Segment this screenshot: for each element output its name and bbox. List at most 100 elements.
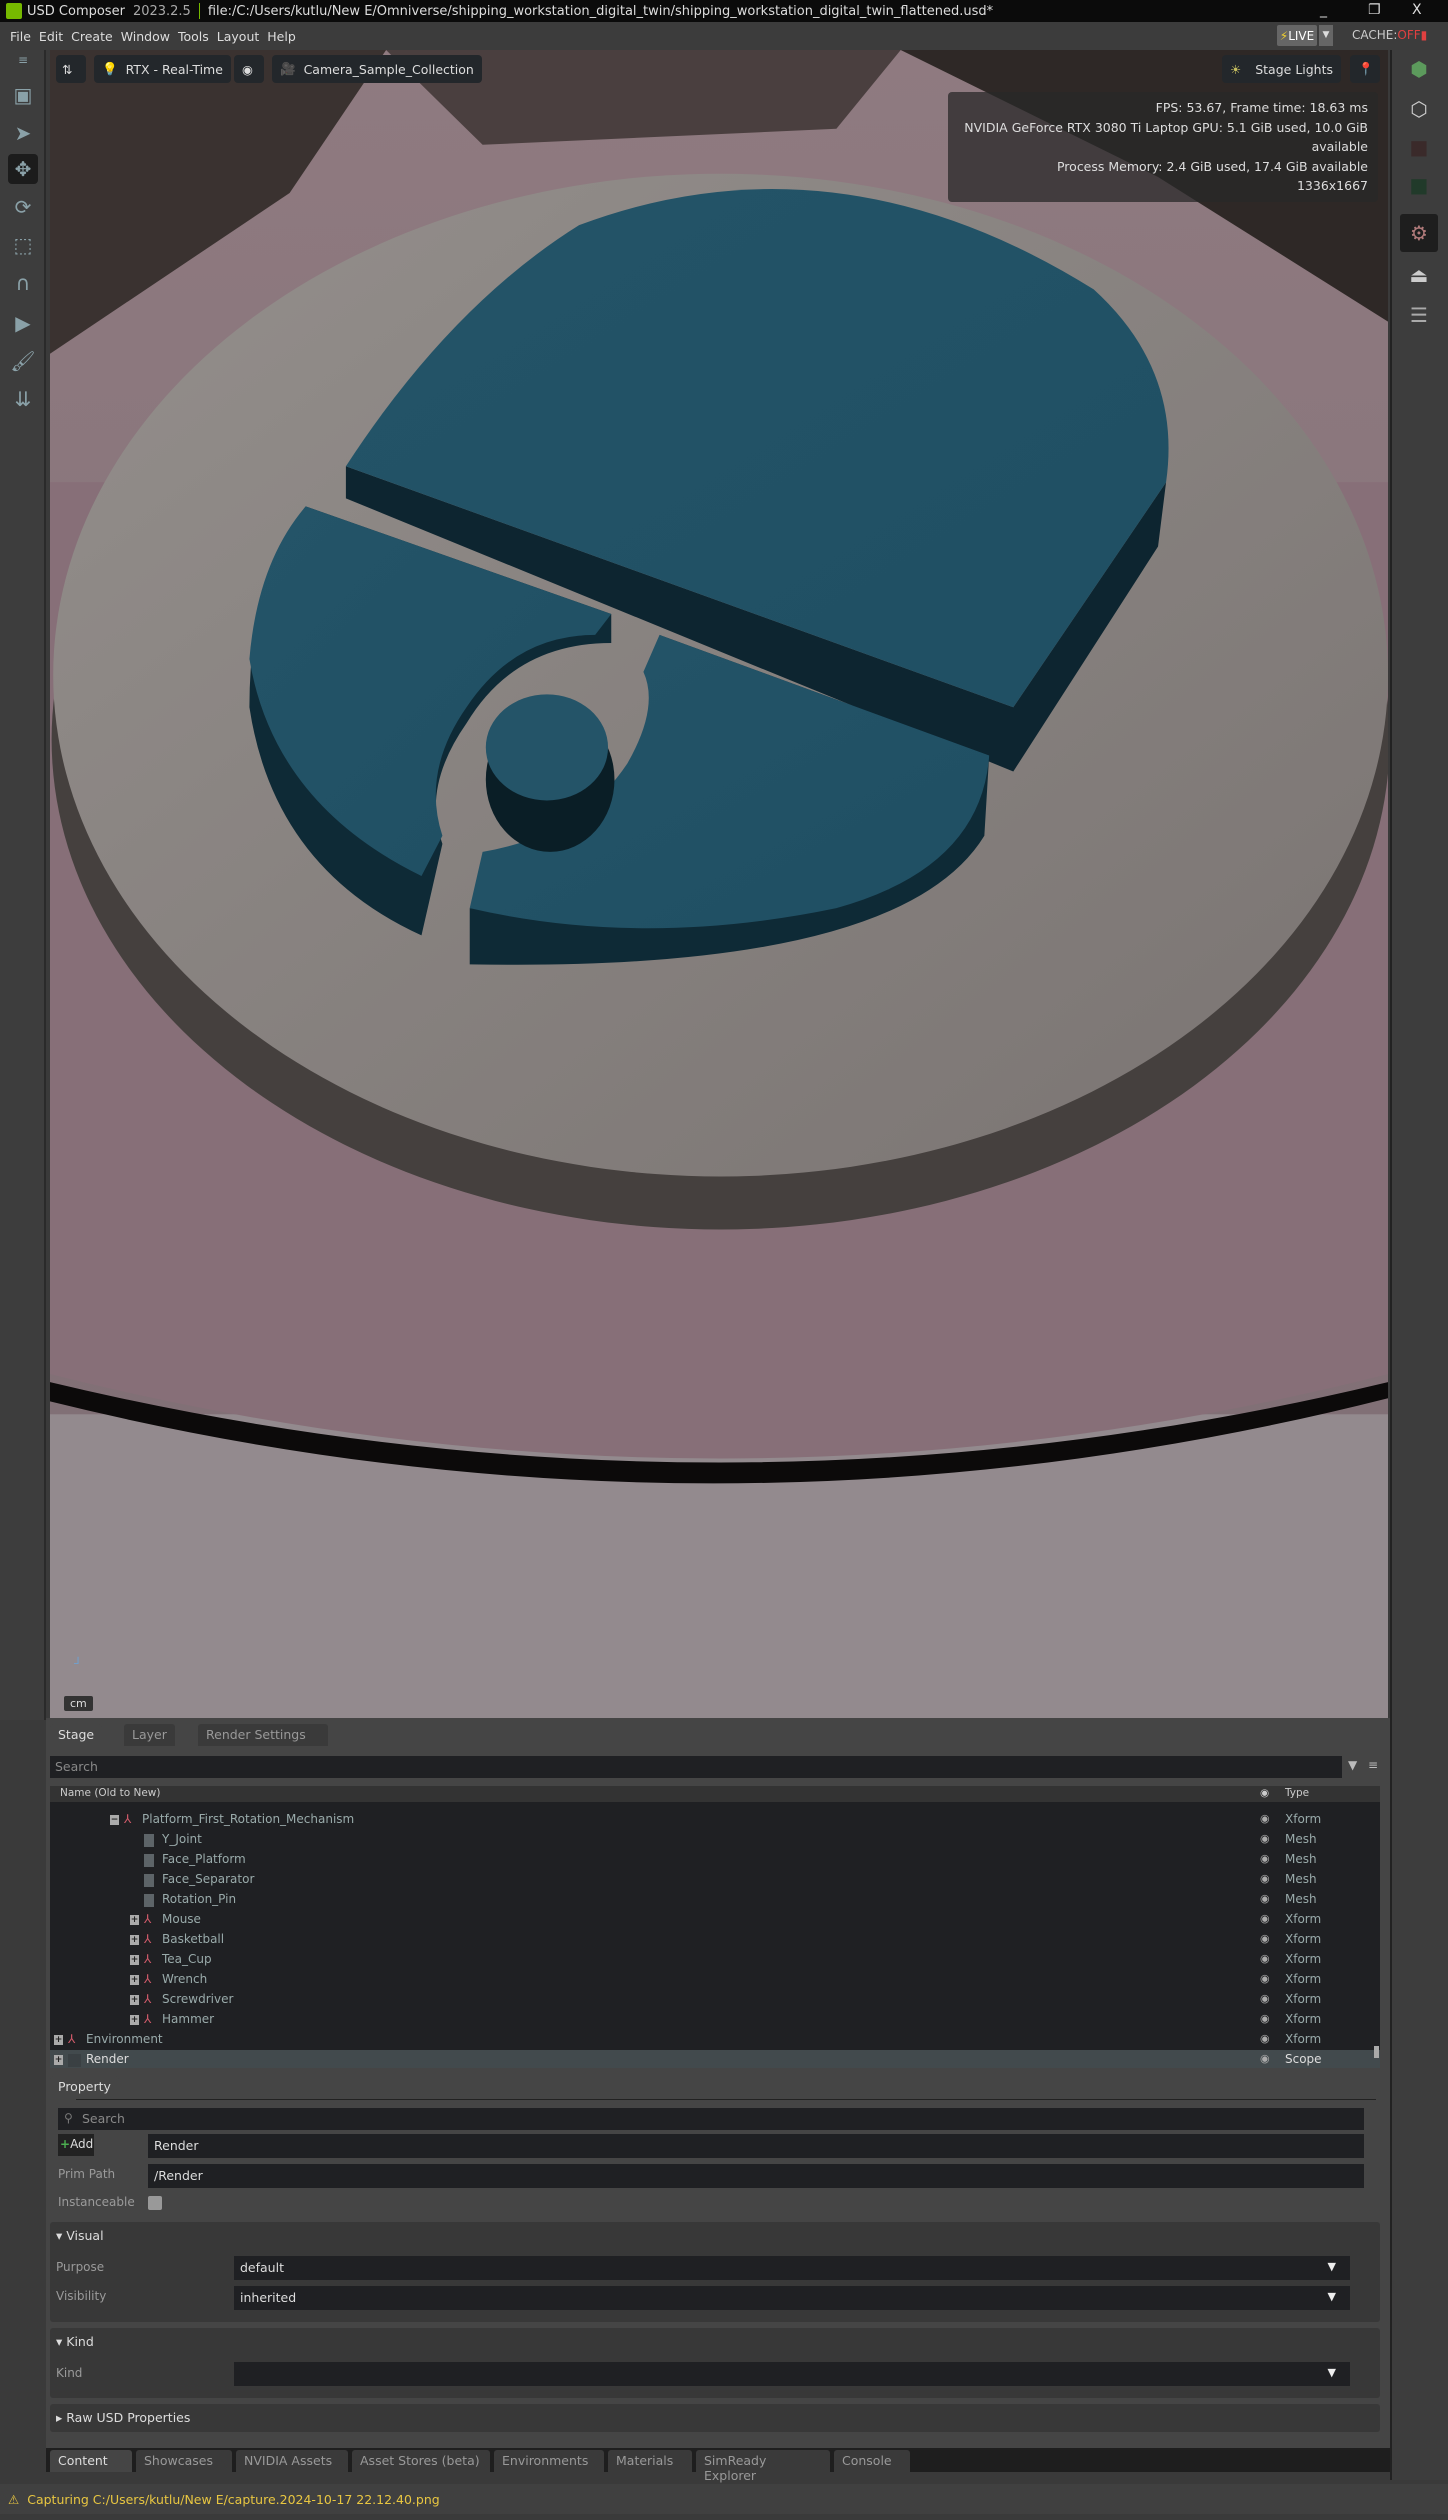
visibility-eye-icon[interactable]: ◉ xyxy=(1260,1912,1270,1925)
prim-path-field[interactable]: /Render xyxy=(148,2164,1364,2188)
purpose-dropdown[interactable]: default ▼ xyxy=(234,2256,1350,2280)
visibility-eye-icon[interactable]: ◉ xyxy=(1260,1992,1270,2005)
filter-icon[interactable]: ▼ xyxy=(1348,1758,1357,1772)
expand-toggle-icon[interactable]: + xyxy=(130,2015,139,2025)
tab-render-settings[interactable]: Render Settings xyxy=(198,1724,328,1746)
cube-icon[interactable]: ■ xyxy=(1404,132,1434,162)
bottom-tab-materials[interactable]: Materials xyxy=(608,2450,692,2472)
paint-brush-icon[interactable]: 🖌 xyxy=(8,346,38,376)
property-search-input[interactable]: Search xyxy=(58,2108,1364,2130)
visibility-eye-icon[interactable]: ◉ xyxy=(1260,2012,1270,2025)
menu-layout[interactable]: Layout xyxy=(217,29,260,44)
play-icon[interactable]: ▶ xyxy=(8,308,38,338)
tab-layer[interactable]: Layer xyxy=(124,1724,175,1746)
menu-window[interactable]: Window xyxy=(121,29,170,44)
maximize-button[interactable]: ❐ xyxy=(1368,2,1381,18)
bottom-tab-asset-stores-beta[interactable]: Asset Stores (beta) xyxy=(352,2450,490,2472)
weight-icon[interactable]: ⏏ xyxy=(1404,260,1434,290)
expand-toggle-icon[interactable]: + xyxy=(130,1975,139,1985)
column-name[interactable]: Name (Old to New) xyxy=(60,1787,160,1799)
visibility-eye-icon[interactable]: ◉ xyxy=(1260,1812,1270,1825)
visibility-eye-icon[interactable]: ◉ xyxy=(1260,1952,1270,1965)
scrollbar[interactable] xyxy=(1374,2046,1379,2058)
expand-toggle-icon[interactable]: − xyxy=(110,1815,119,1825)
expand-toggle-icon[interactable]: + xyxy=(54,2035,63,2045)
visibility-eye-icon[interactable]: ◉ xyxy=(1260,2052,1270,2065)
stage-lights-button[interactable]: ☀ Stage Lights xyxy=(1222,55,1342,83)
tree-row[interactable]: + ⅄ Basketball ◉ Xform xyxy=(50,1930,1380,1950)
live-button[interactable]: ⚡ LIVE xyxy=(1277,25,1317,46)
visibility-dropdown[interactable]: inherited ▼ xyxy=(234,2286,1350,2310)
select-mode-icon[interactable]: ▣ xyxy=(8,80,38,110)
visibility-eye-icon[interactable]: ◉ xyxy=(1260,1852,1270,1865)
visibility-eye-icon[interactable]: ◉ xyxy=(1260,1872,1270,1885)
tree-row[interactable]: + Render ◉ Scope xyxy=(50,2050,1380,2068)
renderer-button[interactable]: 💡 RTX - Real-Time xyxy=(94,55,231,83)
cache-status[interactable]: CACHE:OFF▮ xyxy=(1352,28,1427,42)
visibility-eye-icon[interactable]: ◉ xyxy=(1260,1932,1270,1945)
tree-row[interactable]: Face_Separator ◉ Mesh xyxy=(50,1870,1380,1890)
bottom-tab-content[interactable]: Content xyxy=(50,2450,132,2472)
tree-row[interactable]: + ⅄ Wrench ◉ Xform xyxy=(50,1970,1380,1990)
tree-row[interactable]: + ⅄ Hammer ◉ Xform xyxy=(50,2010,1380,2030)
expand-toggle-icon[interactable]: + xyxy=(130,1915,139,1925)
tab-property[interactable]: Property xyxy=(50,2076,119,2098)
kind-header[interactable]: ▾ Kind xyxy=(56,2334,94,2349)
tree-row[interactable]: Y_Joint ◉ Mesh xyxy=(50,1830,1380,1850)
camera-button[interactable]: 🎥 Camera_Sample_Collection xyxy=(272,55,482,83)
bottom-tab-nvidia-assets[interactable]: NVIDIA Assets xyxy=(236,2450,348,2472)
bottom-tab-environments[interactable]: Environments xyxy=(494,2450,604,2472)
tree-row[interactable]: Rotation_Pin ◉ Mesh xyxy=(50,1890,1380,1910)
live-dropdown-button[interactable]: ▼ xyxy=(1319,25,1333,46)
raw-usd-header[interactable]: ▸ Raw USD Properties xyxy=(56,2410,190,2425)
raw-usd-section[interactable]: ▸ Raw USD Properties xyxy=(50,2404,1380,2432)
visibility-eye-icon[interactable]: ◉ xyxy=(1260,1892,1270,1905)
tree-row[interactable]: + ⅄ Tea_Cup ◉ Xform xyxy=(50,1950,1380,1970)
waypoint-button[interactable]: 📍 xyxy=(1350,55,1380,83)
visual-header[interactable]: ▾ Visual xyxy=(56,2228,104,2243)
tree-row[interactable]: − ⅄ Platform_First_Rotation_Mechanism ◉ Xfor… xyxy=(50,1810,1380,1830)
minimize-button[interactable]: _ xyxy=(1320,2,1327,18)
move-tool-icon[interactable]: ✥ xyxy=(8,154,38,184)
expand-toggle-icon[interactable]: + xyxy=(130,1935,139,1945)
close-button[interactable]: X xyxy=(1412,2,1422,18)
stage-search-input[interactable]: Search xyxy=(50,1756,1342,1778)
menu-file[interactable]: File xyxy=(10,29,31,44)
add-button[interactable]: +Add xyxy=(58,2134,94,2156)
drop-object-icon[interactable]: ⇊ xyxy=(8,384,38,414)
visibility-eye-icon[interactable]: ◉ xyxy=(1260,1832,1270,1845)
bottom-tab-simready-explorer[interactable]: SimReady Explorer xyxy=(696,2450,830,2483)
bottom-tab-showcases[interactable]: Showcases xyxy=(136,2450,232,2472)
cubes-icon[interactable]: ■ xyxy=(1404,170,1434,200)
prim-name-field[interactable]: Render xyxy=(148,2134,1364,2158)
menu-tools[interactable]: Tools xyxy=(178,29,209,44)
menu-help[interactable]: Help xyxy=(267,29,296,44)
bottom-tab-console[interactable]: Console xyxy=(834,2450,910,2472)
toolbar-grip-icon[interactable]: ≡ xyxy=(8,53,38,67)
expand-toggle-icon[interactable]: + xyxy=(54,2055,63,2065)
tree-row[interactable]: + ⅄ Environment ◉ Xform xyxy=(50,2030,1380,2050)
clear-cube-icon[interactable]: ⬡ xyxy=(1404,94,1434,124)
snap-magnet-icon[interactable]: ∩ xyxy=(8,268,38,298)
visibility-eye-icon[interactable]: ◉ xyxy=(1260,1972,1270,1985)
tree-row[interactable]: + ⅄ Mouse ◉ Xform xyxy=(50,1910,1380,1930)
menu-create[interactable]: Create xyxy=(71,29,113,44)
tree-row[interactable]: + ⅄ Screwdriver ◉ Xform xyxy=(50,1990,1380,2010)
select-arrow-icon[interactable]: ➤ xyxy=(8,118,38,148)
options-menu-icon[interactable]: ≡ xyxy=(1368,1758,1378,1772)
expand-toggle-icon[interactable]: + xyxy=(130,1995,139,2005)
tab-stage[interactable]: Stage xyxy=(50,1724,103,1746)
kind-dropdown[interactable]: ▼ xyxy=(234,2362,1350,2386)
viewport-settings-button[interactable]: ⇅ xyxy=(56,55,86,83)
instanceable-checkbox[interactable] xyxy=(148,2196,162,2210)
menu-edit[interactable]: Edit xyxy=(39,29,63,44)
sliders-icon[interactable]: ☰ xyxy=(1404,300,1434,330)
scale-tool-icon[interactable]: ⬚ xyxy=(8,230,38,260)
column-type[interactable]: Type xyxy=(1285,1787,1309,1799)
frame-selection-icon[interactable]: ⬢ xyxy=(1404,54,1434,84)
rotate-tool-icon[interactable]: ⟳ xyxy=(8,192,38,222)
visibility-eye-icon[interactable]: ◉ xyxy=(1260,2032,1270,2045)
gear-icon[interactable]: ⚙ xyxy=(1400,214,1438,252)
visibility-button[interactable]: ◉ xyxy=(234,55,264,83)
tree-row[interactable]: Face_Platform ◉ Mesh xyxy=(50,1850,1380,1870)
